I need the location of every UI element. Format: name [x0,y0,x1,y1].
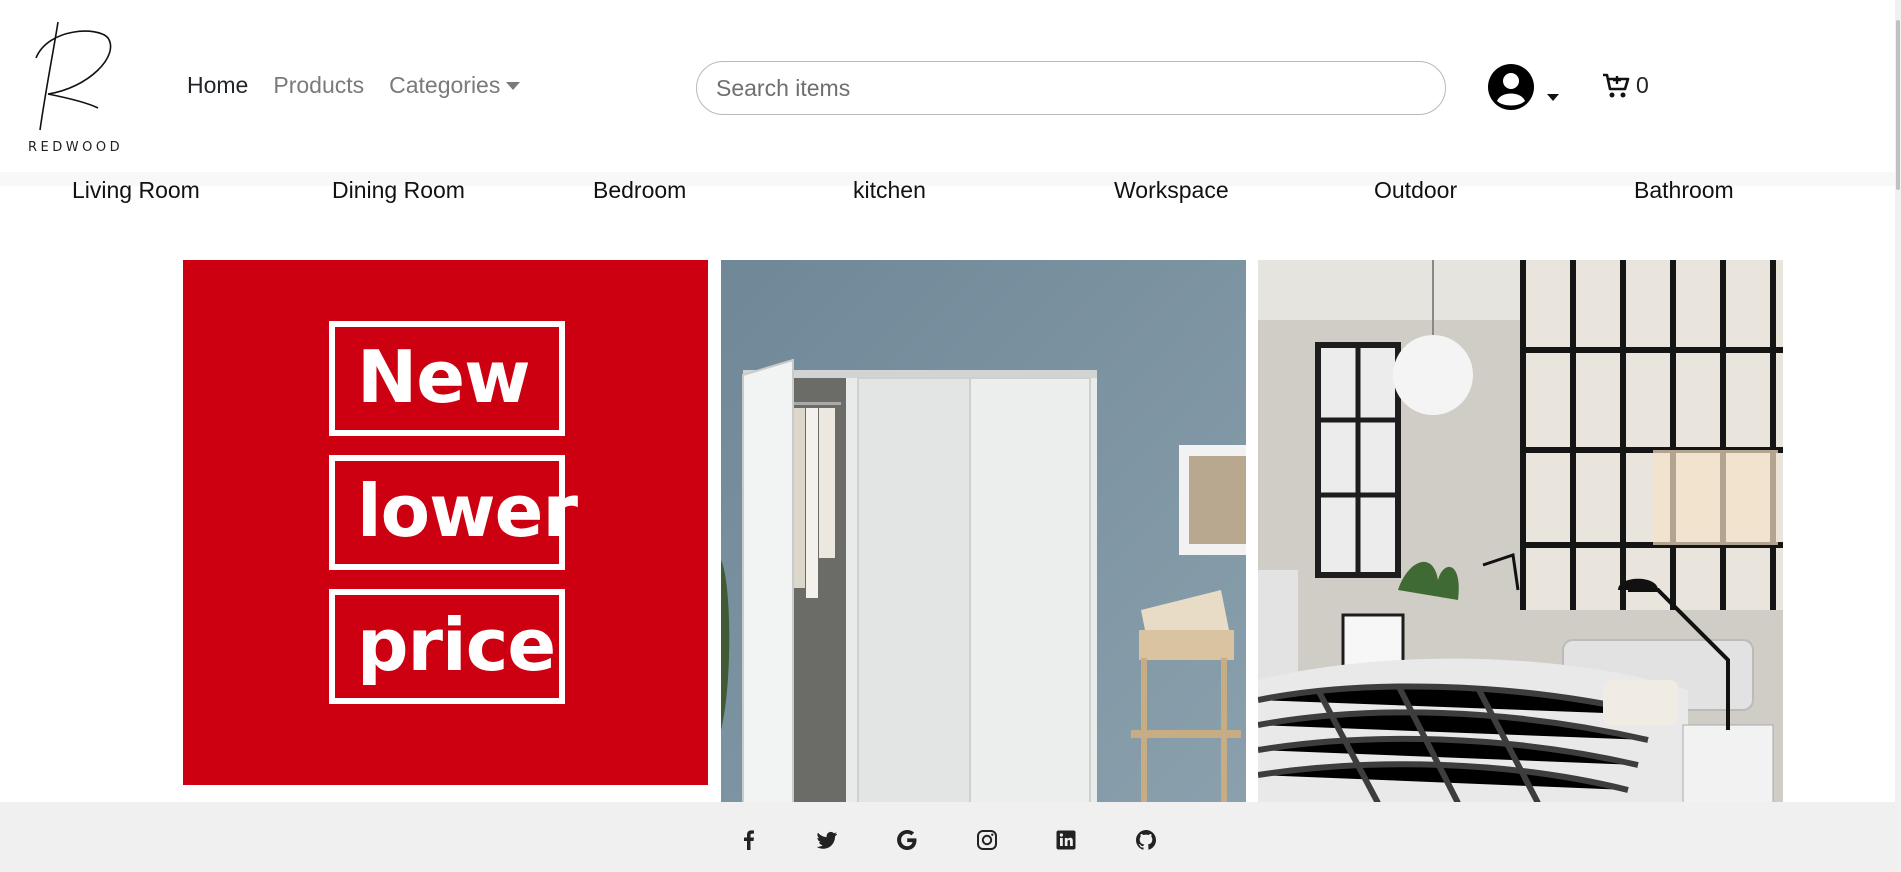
google-icon[interactable] [895,828,919,852]
instagram-icon[interactable] [975,828,999,852]
category-kitchen[interactable]: kitchen [853,177,926,204]
user-menu-button[interactable] [1487,63,1561,111]
linkedin-icon[interactable] [1054,828,1078,852]
category-workspace[interactable]: Workspace [1114,177,1229,204]
category-living-room[interactable]: Living Room [72,177,200,204]
caret-down-icon [506,81,521,90]
bedroom-illustration [1258,260,1783,803]
cart-button[interactable]: 0 [1602,72,1649,99]
wardrobe-image[interactable] [721,260,1246,803]
github-icon[interactable] [1134,828,1158,852]
navbar: REDWOOD Home Products Categories Search … [0,0,1901,172]
cart-icon [1603,73,1630,97]
page: REDWOOD Home Products Categories Search … [0,0,1901,872]
facebook-icon[interactable] [737,828,761,852]
bedroom-image[interactable] [1258,260,1783,803]
promo-banner[interactable]: New lower price [183,260,708,785]
nav-products-link[interactable]: Products [273,72,364,99]
promo-line-lower: lower [329,455,578,570]
cart-count: 0 [1636,72,1649,98]
promo-line-price: price [329,589,565,704]
main-nav: Home Products Categories [187,72,521,99]
user-avatar-icon [1488,64,1534,110]
category-bar [0,172,1901,186]
search-input[interactable] [696,61,1446,115]
brand-logo[interactable]: REDWOOD [24,18,134,160]
wardrobe-illustration [721,260,1246,803]
logo-signature-icon [35,21,112,131]
twitter-icon[interactable] [815,828,839,852]
category-bedroom[interactable]: Bedroom [593,177,686,204]
page-scrollbar-thumb[interactable] [1896,20,1900,190]
caret-down-icon [1547,94,1559,101]
nav-home-link[interactable]: Home [187,72,248,99]
nav-categories-dropdown[interactable]: Categories [389,72,521,99]
category-bathroom[interactable]: Bathroom [1634,177,1734,204]
footer [0,802,1901,872]
nav-categories-label: Categories [389,72,501,98]
category-outdoor[interactable]: Outdoor [1374,177,1457,204]
brand-name: REDWOOD [28,140,124,155]
category-dining-room[interactable]: Dining Room [332,177,465,204]
promo-line-new: New [329,321,565,436]
